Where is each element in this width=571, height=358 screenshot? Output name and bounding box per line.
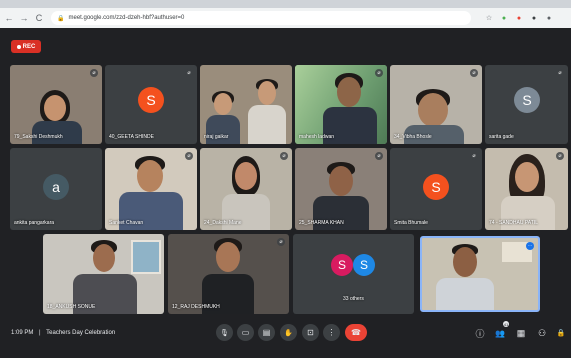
mic-off-icon: ⌀ [470, 69, 478, 77]
captions-icon[interactable]: ▤ [258, 324, 275, 341]
participant-name: Sanket Chavan [109, 220, 144, 226]
participant-name: 74 - SANDHAU PATIL [489, 220, 538, 226]
participant-name: ankita pangarkara [14, 220, 55, 226]
mic-off-icon: ⌀ [185, 69, 193, 77]
meeting-info: 1:09 PM | Teachers Day Celebration [11, 330, 115, 336]
participant-name: mahesh ladwan [299, 134, 335, 140]
people-count-badge: 41 [503, 321, 509, 327]
recording-label: REC [22, 43, 36, 50]
extension-icons: ☆ ● ● ● ● [485, 14, 553, 23]
others-count-label: 33 others [343, 296, 364, 302]
browser-chrome: ← → C 🔒 meet.google.com/zzd-dzeh-hbf?aut… [0, 0, 571, 28]
participant-avatar: S [423, 174, 449, 200]
participant-tile[interactable]: ⌀ 24_Dakshi Mane [200, 148, 292, 230]
participant-tile-others[interactable]: S S 33 others [293, 234, 414, 314]
participant-name: 34_Vibha Bhosle [394, 134, 432, 140]
extension-icon[interactable]: ● [515, 14, 523, 22]
present-icon[interactable]: ⊡ [302, 324, 319, 341]
meeting-title: Teachers Day Celebration [46, 330, 116, 336]
participant-avatar: S [138, 87, 164, 113]
participant-tile[interactable]: ⌀ 25_SHARMA KHAN [295, 148, 387, 230]
record-dot-icon [16, 44, 21, 49]
more-options-icon[interactable]: ⋯ [526, 242, 534, 250]
participant-name: 25_SHARMA KHAN [299, 220, 344, 226]
url-text: meet.google.com/zzd-dzeh-hbf?authuser=0 [68, 15, 185, 21]
address-bar[interactable]: 🔒 meet.google.com/zzd-dzeh-hbf?authuser=… [51, 11, 471, 25]
navigation-bar: ← → C 🔒 meet.google.com/zzd-dzeh-hbf?aut… [0, 8, 571, 28]
mic-off-icon: ⌀ [375, 69, 383, 77]
participant-tile[interactable]: ⌀ 74 - SANDHAU PATIL [485, 148, 568, 230]
participant-avatar: a [43, 174, 69, 200]
mic-off-icon: ⌀ [280, 152, 288, 160]
bookmark-icon[interactable]: ☆ [485, 14, 493, 22]
more-options-icon[interactable]: ⋮ [323, 324, 340, 341]
participant-name: 12_RAJ DESHMUKH [172, 304, 220, 310]
participant-tile[interactable]: ⌀ 79_Sakshi Deshmukh [10, 65, 102, 144]
participant-tile[interactable]: ⌀ Sanket Chavan [105, 148, 197, 230]
participant-avatar: S [353, 254, 375, 276]
participant-tile[interactable]: niraj gaikar [200, 65, 292, 144]
activities-icon[interactable]: ⚇ [536, 327, 548, 339]
mic-off-icon: ⌀ [375, 152, 383, 160]
meeting-separator: | [39, 330, 41, 336]
tab-strip [0, 0, 571, 8]
chat-icon[interactable]: ▦ [515, 327, 527, 339]
people-icon[interactable]: 👥 [494, 327, 506, 339]
participant-tile[interactable]: 18_ANKUSH SONUE [43, 234, 164, 314]
mic-off-icon: ⌀ [556, 69, 564, 77]
profile-icon[interactable]: ● [545, 14, 553, 22]
mic-off-icon: ⌀ [90, 69, 98, 77]
info-icon[interactable]: ⓘ [474, 327, 486, 339]
participant-tile[interactable]: ⌀ 34_Vibha Bhosle [390, 65, 482, 144]
participant-tile[interactable]: ⌀ 12_RAJ DESHMUKH [168, 234, 289, 314]
host-controls-lock-icon[interactable]: 🔒 [555, 327, 567, 339]
participant-name: 18_ANKUSH SONUE [47, 304, 96, 310]
mic-off-icon: ⌀ [185, 152, 193, 160]
meeting-time: 1:09 PM [11, 330, 34, 336]
lock-icon: 🔒 [57, 15, 65, 22]
recording-badge: REC [11, 40, 41, 53]
mic-off-icon: ⌀ [556, 152, 564, 160]
participant-avatar: S [331, 254, 353, 276]
end-call-icon[interactable]: ☎ [345, 324, 367, 341]
back-icon[interactable]: ← [3, 12, 15, 24]
participant-name: Smita Bhumale [394, 220, 428, 226]
participant-tile[interactable]: ⌀ mahesh ladwan [295, 65, 387, 144]
self-view-tile[interactable]: ⋯ [420, 236, 540, 312]
participant-tile[interactable]: a ankita pangarkara [10, 148, 102, 230]
reload-icon[interactable]: C [33, 12, 45, 24]
mic-off-icon: ⌀ [277, 238, 285, 246]
raise-hand-icon[interactable]: ✋ [280, 324, 297, 341]
participant-tile[interactable]: S ⌀ 40_GEETA SHINDE [105, 65, 197, 144]
participant-name: niraj gaikar [204, 134, 229, 140]
mic-icon[interactable]: 🎙 [216, 324, 233, 341]
camera-icon[interactable]: ▭ [237, 324, 254, 341]
participant-name: 24_Dakshi Mane [204, 220, 242, 226]
mic-off-icon: ⌀ [470, 152, 478, 160]
forward-icon[interactable]: → [18, 12, 30, 24]
participant-tile[interactable]: S ⌀ Smita Bhumale [390, 148, 482, 230]
extension-icon[interactable]: ● [500, 14, 508, 22]
participant-tile[interactable]: S ⌀ sarita gade [485, 65, 568, 144]
participant-name: 40_GEETA SHINDE [109, 134, 154, 140]
participant-avatar: S [514, 87, 540, 113]
participant-name: 79_Sakshi Deshmukh [14, 134, 63, 140]
participant-name: sarita gade [489, 134, 514, 140]
extension-icon[interactable]: ● [530, 14, 538, 22]
